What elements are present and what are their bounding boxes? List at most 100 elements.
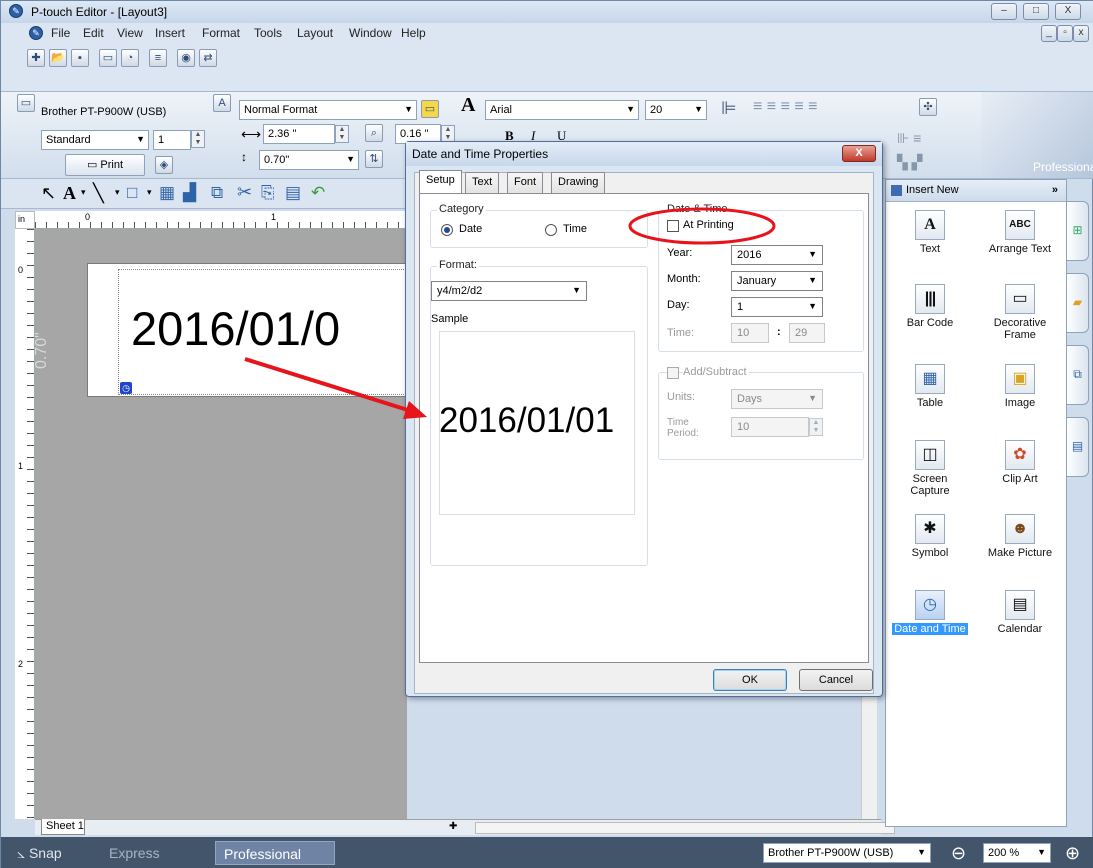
day-select[interactable]: 1 ▼ — [731, 297, 823, 317]
menu-view[interactable]: View — [117, 26, 143, 40]
time-radio[interactable] — [545, 224, 557, 236]
cancel-button[interactable]: Cancel — [799, 669, 873, 691]
units-select[interactable]: Days ▼ — [731, 389, 823, 409]
width-input[interactable]: 2.36 " — [263, 124, 335, 144]
insert-new-tab[interactable]: ⊞ — [1067, 201, 1089, 261]
add-sheet-icon[interactable]: ✚ — [449, 821, 457, 832]
date-radio-label[interactable]: Date — [459, 223, 482, 235]
horizontal-scrollbar[interactable] — [475, 822, 895, 834]
font-select[interactable]: Arial ▼ — [485, 100, 639, 120]
align-left-icon[interactable]: ⊫ — [721, 98, 737, 119]
shape-tool-icon[interactable]: □ — [127, 183, 137, 203]
insert-symbol-item[interactable]: ✱ Symbol — [890, 514, 970, 588]
insert-image-item[interactable]: ▣ Image — [980, 364, 1060, 438]
document-icon[interactable]: ✎ — [29, 26, 43, 40]
format-select[interactable]: Normal Format ▼ — [239, 100, 417, 120]
menu-insert[interactable]: Insert — [155, 26, 185, 40]
insert-table-item[interactable]: ▦ Table — [890, 364, 970, 438]
minimize-button[interactable]: – — [991, 3, 1017, 20]
insert-arrange-text-item[interactable]: ABC Arrange Text — [980, 210, 1060, 284]
year-select[interactable]: 2016 ▼ — [731, 245, 823, 265]
tab-text[interactable]: Text — [465, 172, 500, 193]
insert-date-and-time-item[interactable]: ◷ Date and Time — [890, 590, 970, 664]
length-select[interactable]: 0.70" ▼ — [259, 150, 359, 170]
chevron-down-icon[interactable]: ▾ — [147, 187, 152, 198]
insert-decorative-frame-item[interactable]: ▭ Decorative Frame — [980, 284, 1060, 358]
arrange-icon[interactable]: ▚ ▞ — [897, 154, 922, 171]
insert-calendar-item[interactable]: ▤ Calendar — [980, 590, 1060, 664]
at-printing-checkbox[interactable] — [667, 220, 679, 232]
at-printing-label[interactable]: At Printing — [683, 219, 734, 231]
menu-format[interactable]: Format — [202, 26, 240, 40]
zoom-in-icon[interactable]: ⊕ — [1065, 843, 1080, 864]
undo-icon[interactable]: ↶ — [311, 183, 325, 203]
layout-canvas[interactable]: ◷ 0.70" 2016/01/0 — [33, 229, 408, 819]
save-icon[interactable]: ▪ — [71, 49, 89, 67]
zoom-out-icon[interactable]: ⊖ — [951, 843, 966, 864]
select-arrow-icon[interactable]: ↖ — [41, 183, 56, 204]
time-period-input[interactable]: 10 — [731, 417, 809, 437]
print-mode-select[interactable]: Standard ▼ — [41, 130, 149, 150]
ok-button[interactable]: OK — [713, 669, 787, 691]
transfer-icon[interactable]: ⇄ — [199, 49, 217, 67]
format-color-icon[interactable]: ▭ — [421, 100, 439, 118]
line-tool-icon[interactable]: ╲ — [93, 183, 104, 204]
mdi-restore-button[interactable]: ▫ — [1057, 25, 1073, 42]
date-radio[interactable] — [441, 224, 453, 236]
open-folder-icon[interactable]: 📂 — [49, 49, 67, 67]
font-size-select[interactable]: 20 ▼ — [645, 100, 707, 120]
label-list-icon[interactable]: ≡ — [149, 49, 167, 67]
menu-edit[interactable]: Edit — [83, 26, 104, 40]
paste-icon[interactable]: ▤ — [285, 183, 301, 203]
print-button[interactable]: ▭ Print — [65, 154, 145, 176]
add-subtract-label[interactable]: Add/Subtract — [683, 366, 749, 378]
insert-text-item[interactable]: A Text — [890, 210, 970, 284]
menu-window[interactable]: Window — [349, 26, 392, 40]
grid-align-icon[interactable]: ✣ — [919, 98, 937, 116]
express-mode-button[interactable]: Express — [101, 841, 211, 865]
print-preview-icon[interactable]: ◔ — [121, 49, 139, 67]
mdi-minimize-button[interactable]: _ — [1041, 25, 1057, 42]
chevron-down-icon[interactable]: ▾ — [81, 187, 86, 198]
tab-font[interactable]: Font — [507, 172, 544, 193]
image-tool-icon[interactable]: ▟ — [183, 183, 196, 203]
print-icon[interactable]: ▭ — [99, 49, 117, 67]
maximize-button[interactable]: □ — [1023, 3, 1049, 20]
menu-tools[interactable]: Tools — [254, 26, 282, 40]
p-touch-app-icon[interactable]: ✎ — [9, 4, 23, 18]
chevron-down-icon[interactable]: ▾ — [115, 187, 120, 198]
menu-file[interactable]: File — [51, 26, 70, 40]
menu-layout[interactable]: Layout — [297, 26, 333, 40]
spacing-icon[interactable]: ⊪ ≡ — [897, 130, 921, 147]
insert-bar-code-item[interactable]: ||| Bar Code — [890, 284, 970, 358]
width-spinner[interactable]: ▲ ▼ — [335, 125, 349, 143]
insert-clip-art-item[interactable]: ✿ Clip Art — [980, 440, 1060, 514]
expand-panel-icon[interactable]: » — [1052, 180, 1058, 200]
insert-screen-capture-item[interactable]: ◫ Screen Capture — [890, 440, 970, 514]
status-printer-select[interactable]: Brother PT-P900W (USB) ▼ — [763, 843, 931, 863]
align-options-icon[interactable]: ≡ ≡ ≡ ≡ ≡ — [753, 98, 817, 116]
group-tool-icon[interactable]: ⧉ — [211, 183, 223, 203]
tab-setup[interactable]: Setup — [419, 170, 462, 193]
insert-make-picture-item[interactable]: ☻ Make Picture — [980, 514, 1060, 588]
professional-mode-button[interactable]: Professional — [215, 841, 335, 865]
time-period-spinner[interactable]: ▲ ▼ — [809, 418, 823, 436]
time-minute-input[interactable]: 29 — [789, 323, 825, 343]
mdi-close-button[interactable]: x — [1073, 25, 1089, 42]
tab-drawing[interactable]: Drawing — [551, 172, 606, 193]
snap-button[interactable]: ⦣ Snap — [9, 841, 89, 865]
copies-spinner[interactable]: ▲ ▼ — [191, 130, 205, 148]
clock-object-icon[interactable]: ◷ — [120, 382, 132, 394]
add-subtract-checkbox[interactable] — [667, 367, 679, 379]
folder-tab[interactable]: ▰ — [1067, 273, 1089, 333]
new-layout-icon[interactable]: ✚ — [27, 49, 45, 67]
zoom-select[interactable]: 200 % ▼ — [983, 843, 1051, 863]
month-select[interactable]: January ▼ — [731, 271, 823, 291]
copies-input[interactable]: 1 — [153, 130, 191, 150]
time-radio-label[interactable]: Time — [563, 223, 587, 235]
zoom-fit-icon[interactable]: ⌕ — [365, 124, 383, 142]
database-icon[interactable]: ◉ — [177, 49, 195, 67]
menu-help[interactable]: Help — [401, 26, 426, 40]
text-tool-icon[interactable]: A — [63, 183, 76, 204]
label-date-text[interactable]: 2016/01/0 — [131, 301, 340, 356]
